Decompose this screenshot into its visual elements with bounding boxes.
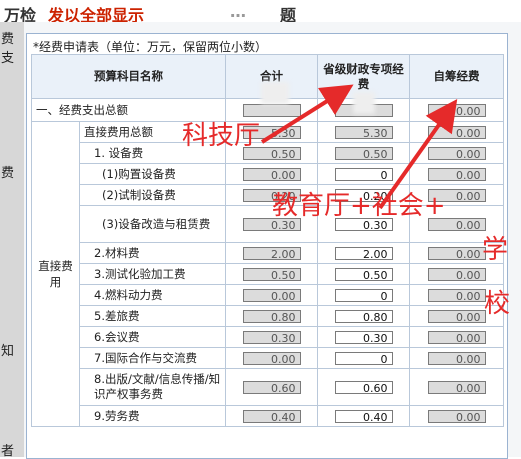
annotation-science-dept: 科技厅 [182,121,261,151]
arrow-to-provincial [260,84,354,144]
annotation-education-dept: 教育厅+社会+ [272,191,446,221]
annotation-arrows [260,84,458,210]
annotation-school-1: 学 [482,235,509,265]
annotation-school-2: 校 [484,289,511,319]
